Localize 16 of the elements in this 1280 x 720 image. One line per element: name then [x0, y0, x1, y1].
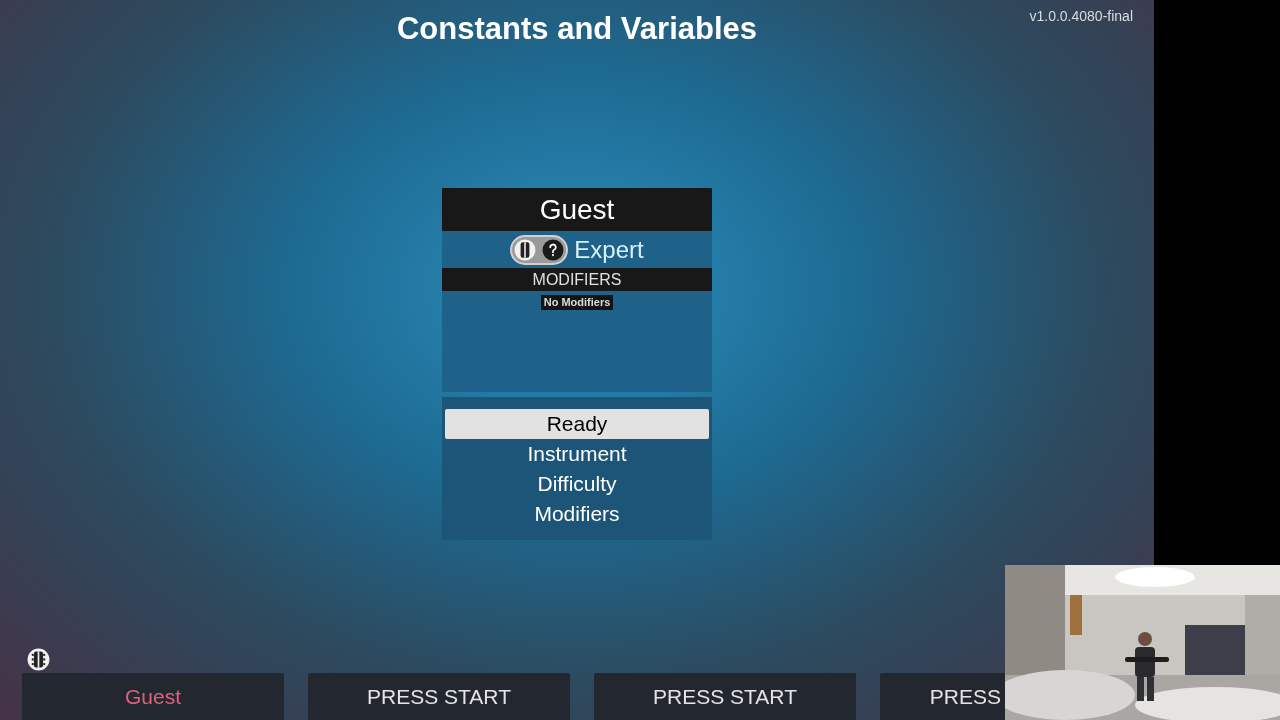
modifiers-heading: MODIFIERS: [442, 268, 712, 291]
modifier-tag: No Modifiers: [540, 295, 614, 310]
player-slot[interactable]: PRESS: [880, 673, 1005, 720]
menu-item[interactable]: Ready: [445, 409, 709, 439]
difficulty-label: Expert: [574, 234, 644, 265]
guitar-icon: [27, 648, 50, 671]
menu-item[interactable]: Difficulty: [445, 469, 709, 499]
menu-item[interactable]: Instrument: [445, 439, 709, 469]
player-slot[interactable]: PRESS START: [308, 673, 570, 720]
instrument-icons-drawing: [510, 234, 569, 265]
version-label: v1.0.0.4080-final: [1029, 7, 1133, 26]
screen-title: Constants and Variables: [396, 10, 758, 48]
player-name: Guest: [442, 188, 712, 231]
player-slot[interactable]: PRESS START: [594, 673, 856, 720]
menu-item[interactable]: Modifiers: [445, 499, 709, 529]
player-slot[interactable]: Guest: [22, 673, 284, 720]
